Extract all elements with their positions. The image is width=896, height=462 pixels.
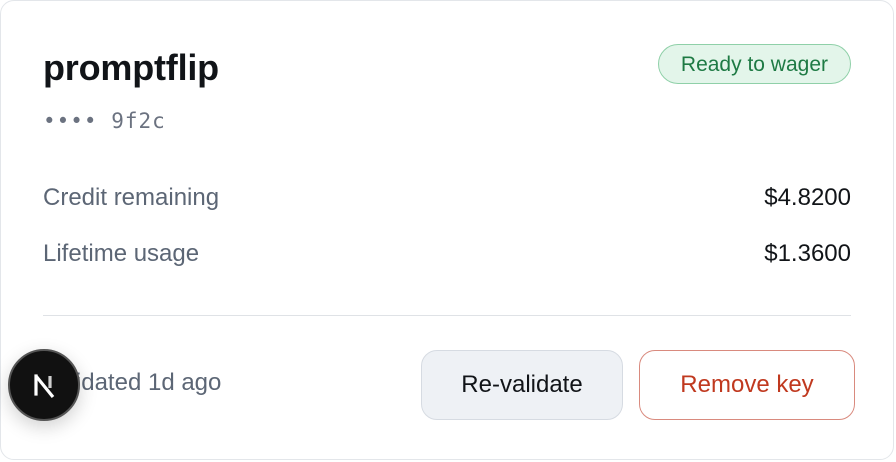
lifetime-usage-label: Lifetime usage [43,240,200,267]
credit-remaining-value: $4.8200 [764,184,851,211]
revalidate-button[interactable]: Re-validate [421,350,623,420]
divider [43,315,851,316]
key-name: promptflip [43,47,219,88]
masked-key: •••• 9f2c [43,109,166,133]
credit-remaining-row: Credit remaining $4.8200 [43,183,851,213]
remove-key-button[interactable]: Remove key [639,350,855,420]
status-badge: Ready to wager [657,44,851,84]
lifetime-usage-value: $1.3600 [764,240,851,267]
credit-remaining-label: Credit remaining [43,184,220,211]
nextjs-logo-icon[interactable] [8,349,80,421]
lifetime-usage-row: Lifetime usage $1.3600 [43,239,851,269]
nextjs-n-glyph [34,374,55,399]
api-key-card: promptflip •••• 9f2c Ready to wager Cred… [0,0,894,460]
